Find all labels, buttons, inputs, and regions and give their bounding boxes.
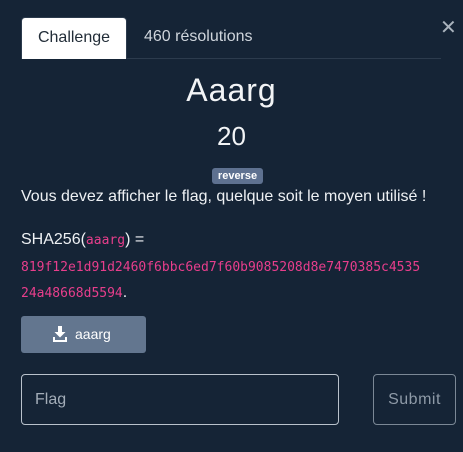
tab-challenge[interactable]: Challenge: [21, 17, 127, 59]
download-file-button[interactable]: aaarg: [21, 316, 146, 353]
sha-filename: aaarg: [85, 233, 126, 248]
sha-hash: 819f12e1d91d2460f6bbc6ed7f60b9085208d8e7…: [21, 254, 461, 306]
tab-solves[interactable]: 460 résolutions: [144, 17, 253, 58]
challenge-description: Vous devez afficher le flag, quelque soi…: [21, 188, 427, 205]
challenge-points: 20: [217, 121, 246, 151]
download-file-label: aaarg: [75, 326, 111, 342]
hash-period: .: [122, 284, 128, 301]
submit-button[interactable]: Submit: [373, 374, 456, 425]
sha-line: SHA256(aaarg) =: [21, 229, 451, 252]
download-icon: [53, 326, 67, 342]
challenge-title: Aaarg: [186, 72, 277, 108]
hash-line-1: 819f12e1d91d2460f6bbc6ed7f60b9085208d8e7…: [21, 260, 421, 275]
tab-bar: Challenge 460 résolutions: [21, 17, 441, 59]
category-badge: reverse: [212, 168, 263, 184]
hash-line-2: 24a48668d5594: [21, 286, 123, 301]
sha-prefix: SHA256(: [21, 231, 86, 248]
flag-input[interactable]: [21, 374, 339, 425]
sha-equals: ) =: [125, 231, 145, 248]
close-icon[interactable]: ✕: [440, 15, 457, 39]
